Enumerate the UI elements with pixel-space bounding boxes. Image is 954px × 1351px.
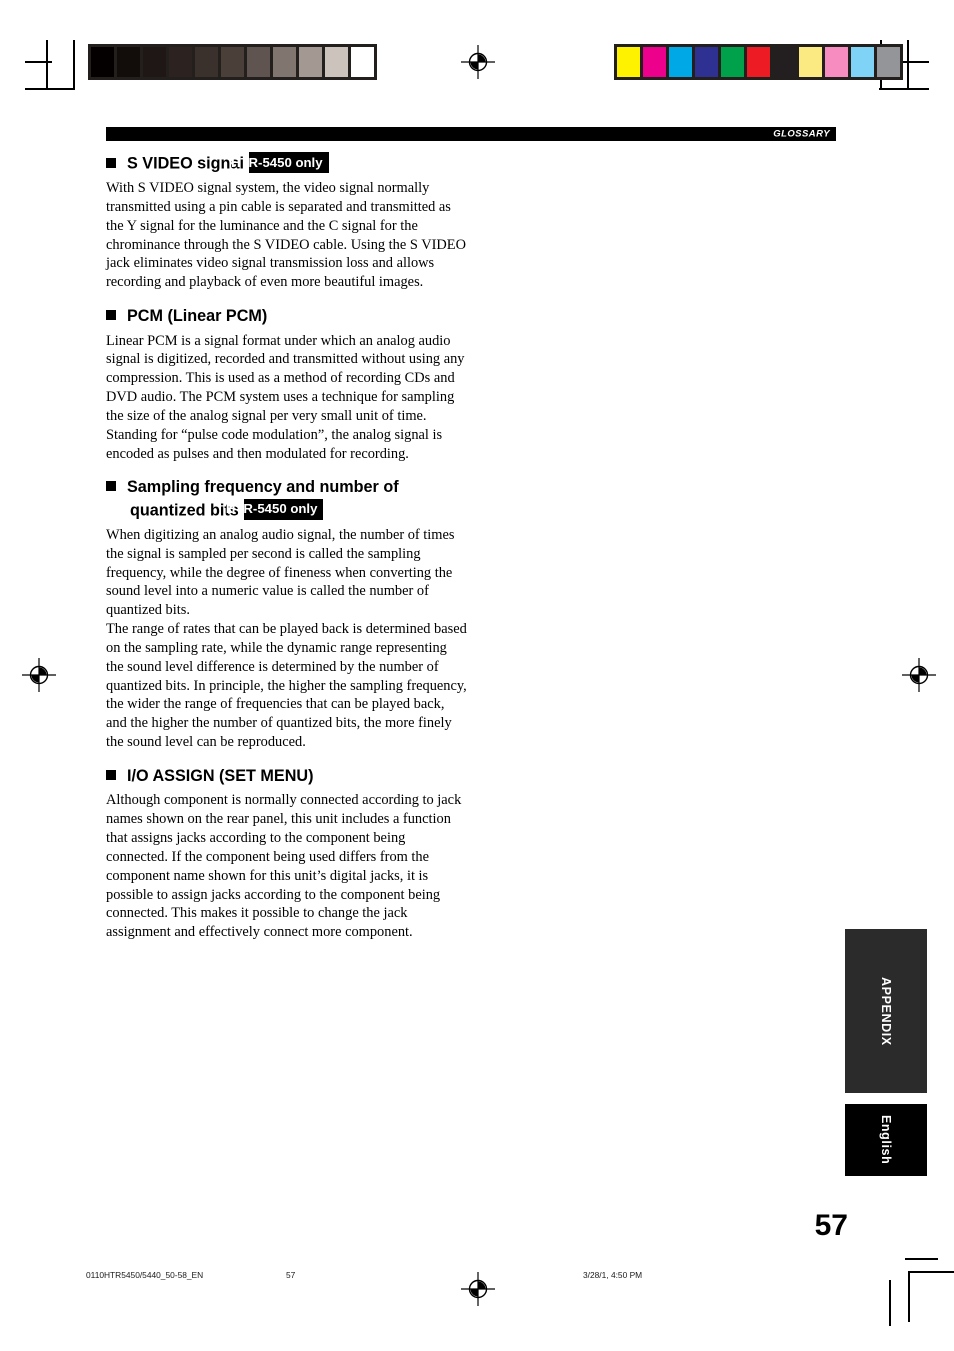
bleed-mark-top-left-vertical bbox=[46, 40, 48, 90]
glossary-paragraph: Although component is normally connected… bbox=[106, 792, 462, 941]
glossary-entry-body: When digitizing an analog audio signal, … bbox=[106, 526, 468, 752]
calibration-swatch bbox=[825, 47, 848, 77]
calibration-swatch bbox=[851, 47, 874, 77]
calibration-swatch bbox=[273, 47, 296, 77]
bleed-mark-top-right-horizontal bbox=[902, 61, 929, 63]
glossary-entry-title: Sampling frequency and number of quantiz… bbox=[106, 477, 468, 522]
side-tab-appendix-label: APPENDIX bbox=[879, 976, 893, 1046]
glossary-entry-body: With S VIDEO signal system, the video si… bbox=[106, 179, 468, 292]
calibration-swatch bbox=[877, 47, 900, 77]
glossary-entry: Sampling frequency and number of quantiz… bbox=[106, 477, 468, 752]
slug-timestamp: 3/28/1, 4:50 PM bbox=[583, 1270, 643, 1280]
glossary-entry-title-text: S VIDEO signal bbox=[127, 154, 244, 173]
crop-mark-top-right-horizontal bbox=[879, 88, 929, 90]
glossary-paragraph: With S VIDEO signal system, the video si… bbox=[106, 180, 466, 291]
document-page: GLOSSARY S VIDEO signalHTR-5450 only With… bbox=[0, 0, 954, 1351]
bleed-mark-top-left-horizontal bbox=[25, 61, 52, 63]
main-text-column: S VIDEO signalHTR-5450 only With S VIDEO … bbox=[106, 152, 468, 956]
calibration-swatch bbox=[195, 47, 218, 77]
calibration-swatch bbox=[221, 47, 244, 77]
model-restriction-badge: HTR-5450 only bbox=[231, 152, 329, 174]
calibration-swatch bbox=[773, 47, 796, 77]
registration-mark-right bbox=[902, 658, 936, 692]
crop-mark-bottom-right-horizontal bbox=[908, 1271, 954, 1273]
glossary-entry-title-text: PCM (Linear PCM) bbox=[127, 307, 268, 326]
glossary-paragraph: When digitizing an analog audio signal, … bbox=[106, 526, 455, 619]
calibration-swatch bbox=[643, 47, 666, 77]
glossary-entry-body: Linear PCM is a signal format under whic… bbox=[106, 332, 468, 464]
side-tab-appendix[interactable]: APPENDIX bbox=[845, 929, 927, 1093]
glossary-entry: I/O ASSIGN (SET MENU) Although component … bbox=[106, 766, 468, 942]
registration-mark-left bbox=[22, 658, 56, 692]
calibration-swatch bbox=[325, 47, 348, 77]
calibration-swatch bbox=[695, 47, 718, 77]
calibration-swatch bbox=[91, 47, 114, 77]
running-head-bar: GLOSSARY bbox=[106, 127, 836, 141]
slug-page-number: 57 bbox=[286, 1270, 296, 1280]
glossary-entry-title-text: I/O ASSIGN (SET MENU) bbox=[127, 766, 314, 785]
crop-mark-bottom-right-vertical bbox=[908, 1272, 910, 1322]
slug-filename: 0110HTR5450/5440_50-58_EN bbox=[86, 1270, 204, 1280]
calibration-swatch bbox=[351, 47, 374, 77]
glossary-entry: S VIDEO signalHTR-5450 only With S VIDEO … bbox=[106, 152, 468, 292]
calibration-swatch bbox=[669, 47, 692, 77]
side-tab-language[interactable]: English bbox=[845, 1104, 927, 1176]
glossary-entry-body: Although component is normally connected… bbox=[106, 791, 468, 942]
registration-mark-bottom bbox=[461, 1272, 495, 1306]
square-bullet-icon bbox=[106, 157, 116, 168]
calibration-swatch bbox=[117, 47, 140, 77]
calibration-swatch bbox=[799, 47, 822, 77]
calibration-swatch bbox=[143, 47, 166, 77]
square-bullet-icon bbox=[106, 769, 116, 780]
page-number: 57 bbox=[814, 1209, 848, 1242]
calibration-swatch bbox=[169, 47, 192, 77]
glossary-paragraph: Linear PCM is a signal format under whic… bbox=[106, 332, 465, 462]
calibration-swatch bbox=[247, 47, 270, 77]
square-bullet-icon bbox=[106, 481, 116, 492]
glossary-entry: PCM (Linear PCM) Linear PCM is a signal f… bbox=[106, 306, 468, 463]
crop-mark-top-left-horizontal bbox=[25, 88, 75, 90]
glossary-entry-title: PCM (Linear PCM) bbox=[106, 306, 468, 328]
model-restriction-badge: HTR-5450 only bbox=[226, 498, 324, 521]
bleed-mark-top-right-vertical bbox=[907, 40, 909, 90]
color-calibration-strip bbox=[614, 44, 903, 80]
bleed-mark-bottom-right-horizontal bbox=[905, 1258, 938, 1260]
calibration-swatch bbox=[299, 47, 322, 77]
calibration-swatch bbox=[617, 47, 640, 77]
square-bullet-icon bbox=[106, 310, 116, 321]
glossary-entry-title: S VIDEO signalHTR-5450 only bbox=[106, 152, 468, 175]
bleed-mark-bottom-right-vertical bbox=[889, 1280, 891, 1326]
grayscale-calibration-strip bbox=[88, 44, 377, 80]
crop-mark-top-left-vertical bbox=[73, 40, 75, 90]
glossary-paragraph: The range of rates that can be played ba… bbox=[106, 621, 467, 751]
registration-mark-top bbox=[461, 45, 495, 79]
glossary-entry-title: I/O ASSIGN (SET MENU) bbox=[106, 766, 468, 788]
calibration-swatch bbox=[747, 47, 770, 77]
running-head-label: GLOSSARY bbox=[773, 128, 830, 140]
calibration-swatch bbox=[721, 47, 744, 77]
side-tab-language-label: English bbox=[879, 1115, 893, 1165]
